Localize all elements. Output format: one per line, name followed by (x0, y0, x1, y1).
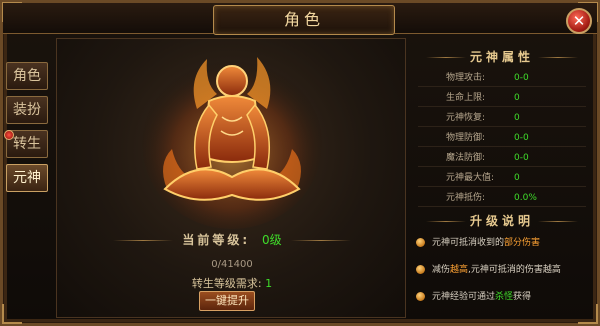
attr-row: 元神抵伤: 0.0% (418, 190, 586, 207)
attr-value: 0-0 (514, 73, 529, 83)
tab-character[interactable]: 角色 (6, 62, 48, 90)
attr-value: 0 (514, 93, 520, 103)
info-text: 减伤越高,元神可抵消的伤害越高 (432, 265, 561, 275)
info-text: 元神可抵消收到的部分伤害 (432, 238, 541, 248)
attr-value: 0-0 (514, 153, 529, 163)
divider-ornament (538, 221, 578, 222)
attr-label: 魔法防御: (446, 153, 486, 163)
attr-label: 元神最大值: (446, 173, 495, 183)
attr-row: 物理攻击: 0-0 (418, 70, 586, 87)
requirement-row: 转生等级需求: 1 (57, 275, 407, 291)
corner-ornament (2, 304, 22, 324)
attr-row: 元神最大值: 0 (418, 170, 586, 187)
tab-soul[interactable]: 元神 (6, 164, 48, 192)
title-bar: 角色 (3, 3, 597, 35)
orange-orb-icon (416, 292, 425, 301)
upgrade-info-title: 升级说明 (469, 214, 534, 228)
tab-outfit[interactable]: 装扮 (6, 96, 48, 124)
attr-value: 0 (514, 173, 520, 183)
window-title: 角色 (213, 5, 395, 35)
attr-value: 0 (514, 113, 520, 123)
orange-orb-icon (416, 265, 425, 274)
level-row: 当前等级: 0级 (57, 231, 407, 248)
level-label: 当前等级: (182, 233, 251, 247)
one-click-upgrade-button[interactable]: 一键提升 (199, 291, 255, 311)
attributes-title: 元神属性 (469, 50, 534, 64)
orange-orb-icon (416, 238, 425, 247)
attr-row: 元神恢复: 0 (418, 110, 586, 127)
attr-label: 元神恢复: (446, 113, 486, 123)
attr-label: 元神抵伤: (446, 193, 486, 203)
attr-row: 生命上限: 0 (418, 90, 586, 107)
experience-text: 0/41400 (211, 259, 253, 270)
meditating-figure-icon (142, 57, 322, 229)
soul-main-panel: 当前等级: 0级 0/41400 转生等级需求: 1 一键提升 (56, 38, 406, 318)
attr-row: 魔法防御: 0-0 (418, 150, 586, 167)
close-icon[interactable]: ✕ (566, 8, 592, 34)
divider-ornament (112, 240, 173, 241)
upgrade-info-heading: 升级说明 (410, 212, 594, 229)
attr-value: 0-0 (514, 133, 529, 143)
attr-label: 物理防御: (446, 133, 486, 143)
divider-ornament (425, 57, 466, 58)
soul-attributes-panel: 元神属性 物理攻击: 0-0 生命上限: 0 元神恢复: 0 物理防御: 0-0… (410, 38, 594, 318)
requirement-value: 1 (265, 277, 273, 290)
attr-row: 物理防御: 0-0 (418, 130, 586, 147)
divider-ornament (291, 240, 352, 241)
attr-value: 0.0% (514, 193, 537, 203)
divider-ornament (538, 57, 578, 58)
attr-label: 生命上限: (446, 93, 486, 103)
attributes-heading: 元神属性 (410, 48, 594, 65)
info-text: 元神经验可通过杀怪获得 (432, 292, 532, 302)
attr-label: 物理攻击: (446, 73, 486, 83)
requirement-label: 转生等级需求: (191, 277, 262, 290)
red-dot-icon (4, 130, 14, 140)
divider-ornament (425, 221, 466, 222)
level-value: 0级 (262, 233, 282, 247)
